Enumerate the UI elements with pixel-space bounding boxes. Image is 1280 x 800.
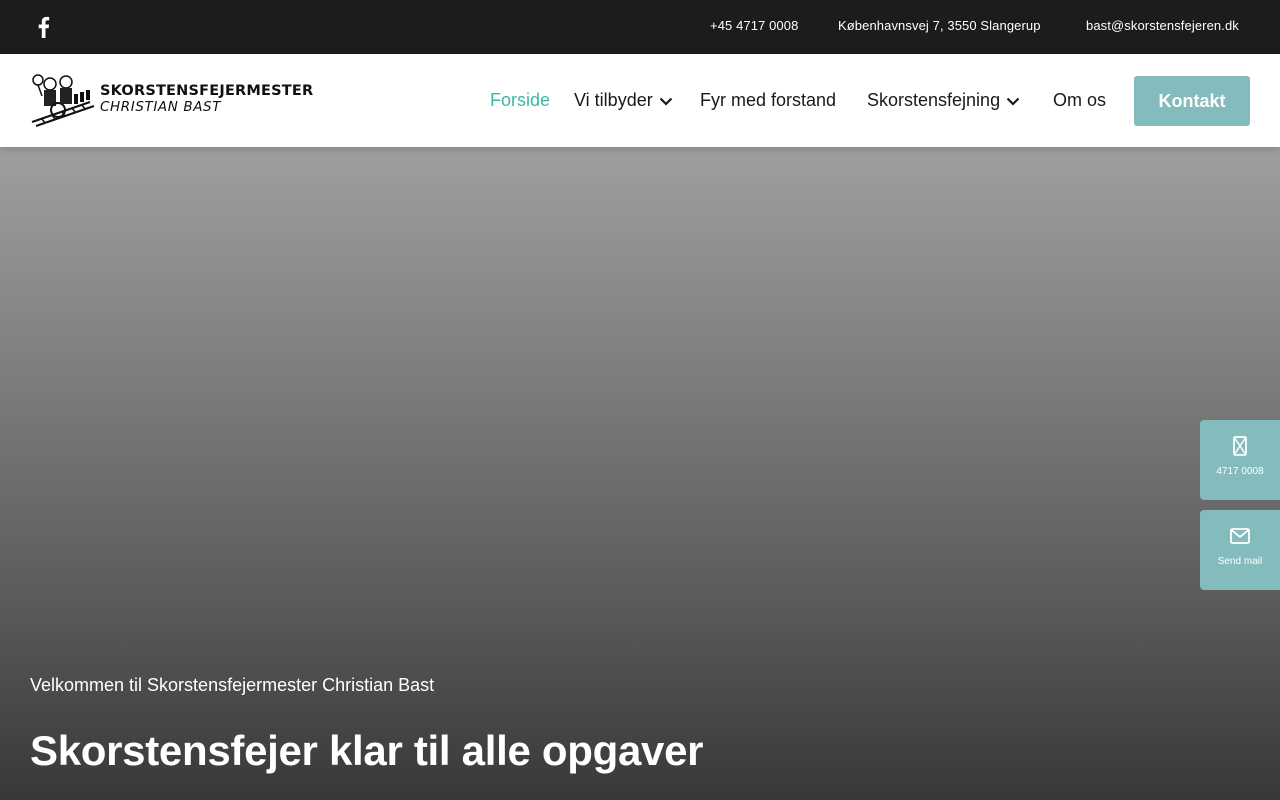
side-mail-button[interactable]: Send mail (1200, 510, 1280, 590)
nav-item-label: Om os (1053, 90, 1107, 110)
nav-item-forside[interactable]: Forside (490, 90, 550, 111)
hero-section: Velkommen til Skorstensfejermester Chris… (0, 147, 1280, 800)
chevron-down-icon (1006, 97, 1020, 106)
hero-welcome-text: Velkommen til Skorstensfejermester Chris… (30, 675, 435, 695)
logo-title: SKORSTENSFEJERMESTER (100, 83, 314, 99)
side-call-button[interactable]: 4717 0008 (1200, 420, 1280, 500)
site-header: SKORSTENSFEJERMESTER CHRISTIAN BAST Fors… (0, 54, 1280, 147)
logo-subtitle: CHRISTIAN BAST (100, 99, 222, 115)
topbar-address: Københavnsvej 7, 3550 Slangerup (838, 18, 1041, 33)
nav-item-vi-tilbyder[interactable]: Vi tilbyder (574, 90, 673, 111)
chimney-sweep-logo-icon (31, 74, 95, 127)
facebook-icon-svg (38, 16, 50, 38)
kontakt-button[interactable]: Kontakt (1134, 76, 1250, 126)
facebook-icon[interactable] (34, 16, 52, 38)
topbar-phone-link[interactable]: +45 4717 0008 (710, 18, 798, 33)
mobile-phone-icon (1233, 436, 1247, 456)
nav-item-label: Forside (490, 90, 551, 110)
chevron-down-icon (659, 97, 672, 106)
topbar-email-link[interactable]: bast@skorstensfejeren.dk (1086, 18, 1239, 33)
company-logo[interactable]: SKORSTENSFEJERMESTER CHRISTIAN BAST (30, 72, 313, 128)
nav-item-om-os[interactable]: Om os (1053, 90, 1106, 111)
hero-headline: Skorstensfejer klar til alle opgaver (30, 727, 704, 774)
envelope-icon (1230, 528, 1250, 544)
side-mail-label: Send mail (1217, 556, 1263, 567)
nav-item-label: Vi tilbyder (574, 90, 653, 110)
nav-item-fyr-med-forstand[interactable]: Fyr med forstand (700, 90, 836, 111)
side-call-label: 4717 0008 (1216, 466, 1264, 477)
nav-item-label: Skorstensfejning (867, 90, 1001, 110)
nav-item-skorstensfejning[interactable]: Skorstensfejning (867, 90, 1020, 111)
nav-item-label: Fyr med forstand (700, 90, 837, 110)
top-contact-bar: +45 4717 0008 Københavnsvej 7, 3550 Slan… (0, 0, 1280, 54)
